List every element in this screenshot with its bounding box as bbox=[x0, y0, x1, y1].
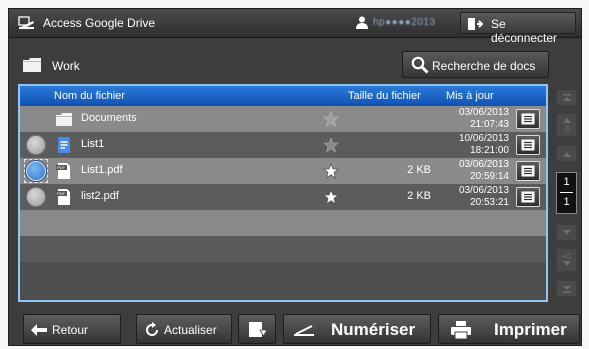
file-list: Nom du fichier Taille du fichier Mis à j… bbox=[18, 84, 548, 302]
file-date: 03/06/2013 bbox=[458, 107, 509, 118]
star-icon[interactable] bbox=[323, 137, 339, 153]
last-page-button[interactable] bbox=[556, 280, 577, 297]
jump-back-label: -5 bbox=[562, 125, 571, 134]
file-time: 20:59:14 bbox=[470, 171, 509, 182]
file-row[interactable]: Documents 03/06/2013 21:07:43 bbox=[20, 106, 546, 132]
file-row[interactable]: List1 10/06/2013 18:21:00 bbox=[20, 132, 546, 158]
folder-icon bbox=[56, 113, 72, 126]
file-date: 03/06/2013 bbox=[458, 185, 509, 196]
file-size: 2 KB bbox=[407, 190, 431, 202]
svg-text:PDF: PDF bbox=[57, 165, 66, 170]
details-icon bbox=[521, 191, 535, 203]
top-bar: Access Google Drive hp●●●●2013 Se déconn… bbox=[9, 9, 581, 45]
page-divider bbox=[560, 192, 573, 193]
page-indicator: 1 1 bbox=[556, 172, 577, 214]
column-name-header: Nom du fichier bbox=[54, 90, 125, 102]
column-updated-header: Mis à jour bbox=[446, 90, 494, 102]
file-time: 21:07:43 bbox=[470, 119, 509, 130]
file-name: Documents bbox=[81, 112, 137, 124]
previous-page-button[interactable] bbox=[556, 145, 577, 162]
folder-name: Work bbox=[52, 59, 80, 73]
scan-button[interactable]: Numériser bbox=[283, 314, 431, 344]
select-circle[interactable] bbox=[26, 187, 46, 207]
file-name: list2.pdf bbox=[81, 190, 119, 202]
svg-text:PDF: PDF bbox=[57, 191, 66, 196]
user-icon bbox=[356, 16, 368, 29]
current-page: 1 bbox=[563, 176, 570, 188]
back-arrow-icon bbox=[31, 324, 47, 336]
details-icon bbox=[521, 165, 535, 177]
search-label: Recherche de docs bbox=[432, 59, 536, 73]
file-updated: 03/06/2013 20:53:21 bbox=[441, 185, 509, 209]
search-icon bbox=[411, 56, 429, 74]
scan-to-drive-screen: Access Google Drive hp●●●●2013 Se déconn… bbox=[8, 8, 582, 346]
select-circle[interactable] bbox=[26, 161, 46, 181]
logout-button[interactable]: Se déconnecter bbox=[460, 12, 576, 45]
file-updated: 03/06/2013 21:07:43 bbox=[441, 107, 509, 131]
down-arrow-icon bbox=[562, 261, 571, 266]
refresh-button[interactable]: Actualiser bbox=[136, 314, 232, 344]
file-time: 18:21:00 bbox=[470, 145, 509, 156]
jump-forward-button[interactable]: +5 bbox=[556, 248, 577, 272]
search-docs-button[interactable]: Recherche de docs bbox=[402, 51, 549, 78]
bottom-toolbar: Retour Actualiser Numériser Imprimer bbox=[18, 314, 580, 346]
file-row[interactable]: PDF list2.pdf 2 KB 03/06/2013 20:53:21 bbox=[20, 184, 546, 210]
next-page-button[interactable] bbox=[556, 224, 577, 241]
list-header: Nom du fichier Taille du fichier Mis à j… bbox=[20, 86, 546, 106]
logout-label: Se déconnecter bbox=[491, 17, 558, 45]
file-row[interactable]: PDF List1.pdf 2 KB 03/06/2013 20:59:14 bbox=[20, 158, 546, 184]
details-icon bbox=[521, 139, 535, 151]
jump-back-button[interactable]: -5 bbox=[556, 113, 577, 137]
column-size-header: Taille du fichier bbox=[348, 90, 421, 102]
file-size: 2 KB bbox=[407, 164, 431, 176]
scan-label: Numériser bbox=[331, 320, 416, 339]
file-date: 03/06/2013 bbox=[458, 159, 509, 170]
up-arrow-icon bbox=[562, 152, 571, 157]
file-name: List1 bbox=[81, 138, 105, 150]
empty-row bbox=[20, 262, 546, 300]
doc-icon bbox=[58, 137, 70, 153]
select-circle[interactable] bbox=[26, 135, 46, 155]
details-icon bbox=[521, 113, 535, 125]
refresh-label: Actualiser bbox=[164, 323, 217, 337]
detail-button[interactable] bbox=[516, 161, 540, 181]
star-icon[interactable] bbox=[323, 163, 339, 179]
star-icon[interactable] bbox=[323, 189, 339, 205]
star-icon[interactable] bbox=[323, 111, 339, 127]
file-updated: 03/06/2013 20:59:14 bbox=[441, 159, 509, 183]
file-updated: 10/06/2013 18:21:00 bbox=[441, 133, 509, 157]
user-name: hp●●●●2013 bbox=[373, 17, 436, 28]
document-download-icon bbox=[249, 322, 268, 337]
file-name: List1.pdf bbox=[81, 164, 123, 176]
empty-row bbox=[20, 210, 546, 236]
detail-button[interactable] bbox=[516, 187, 540, 207]
up-arrow-icon bbox=[562, 118, 571, 123]
first-page-button[interactable] bbox=[556, 89, 577, 106]
printer-icon bbox=[451, 321, 471, 339]
folder-icon bbox=[23, 58, 41, 72]
total-pages: 1 bbox=[563, 196, 570, 208]
drive-scanner-icon bbox=[18, 16, 34, 29]
file-time: 20:53:21 bbox=[470, 197, 509, 208]
pdf-icon: PDF bbox=[56, 163, 70, 179]
jump-forward-label: +5 bbox=[561, 252, 572, 261]
back-label: Retour bbox=[52, 323, 89, 337]
refresh-icon bbox=[146, 322, 158, 336]
detail-button[interactable] bbox=[516, 135, 540, 155]
file-date: 10/06/2013 bbox=[458, 133, 509, 144]
empty-row bbox=[20, 236, 546, 262]
print-label: Imprimer bbox=[494, 320, 567, 339]
detail-button[interactable] bbox=[516, 109, 540, 129]
app-title: Access Google Drive bbox=[43, 16, 156, 30]
down-arrow-icon bbox=[562, 230, 571, 235]
first-page-icon bbox=[562, 94, 571, 101]
last-page-icon bbox=[562, 286, 571, 293]
scan-icon bbox=[294, 325, 314, 336]
logout-icon bbox=[468, 18, 484, 30]
back-button[interactable]: Retour bbox=[23, 314, 121, 344]
pdf-icon: PDF bbox=[56, 189, 70, 205]
print-button[interactable]: Imprimer bbox=[438, 314, 580, 344]
save-location-button[interactable] bbox=[238, 314, 276, 344]
